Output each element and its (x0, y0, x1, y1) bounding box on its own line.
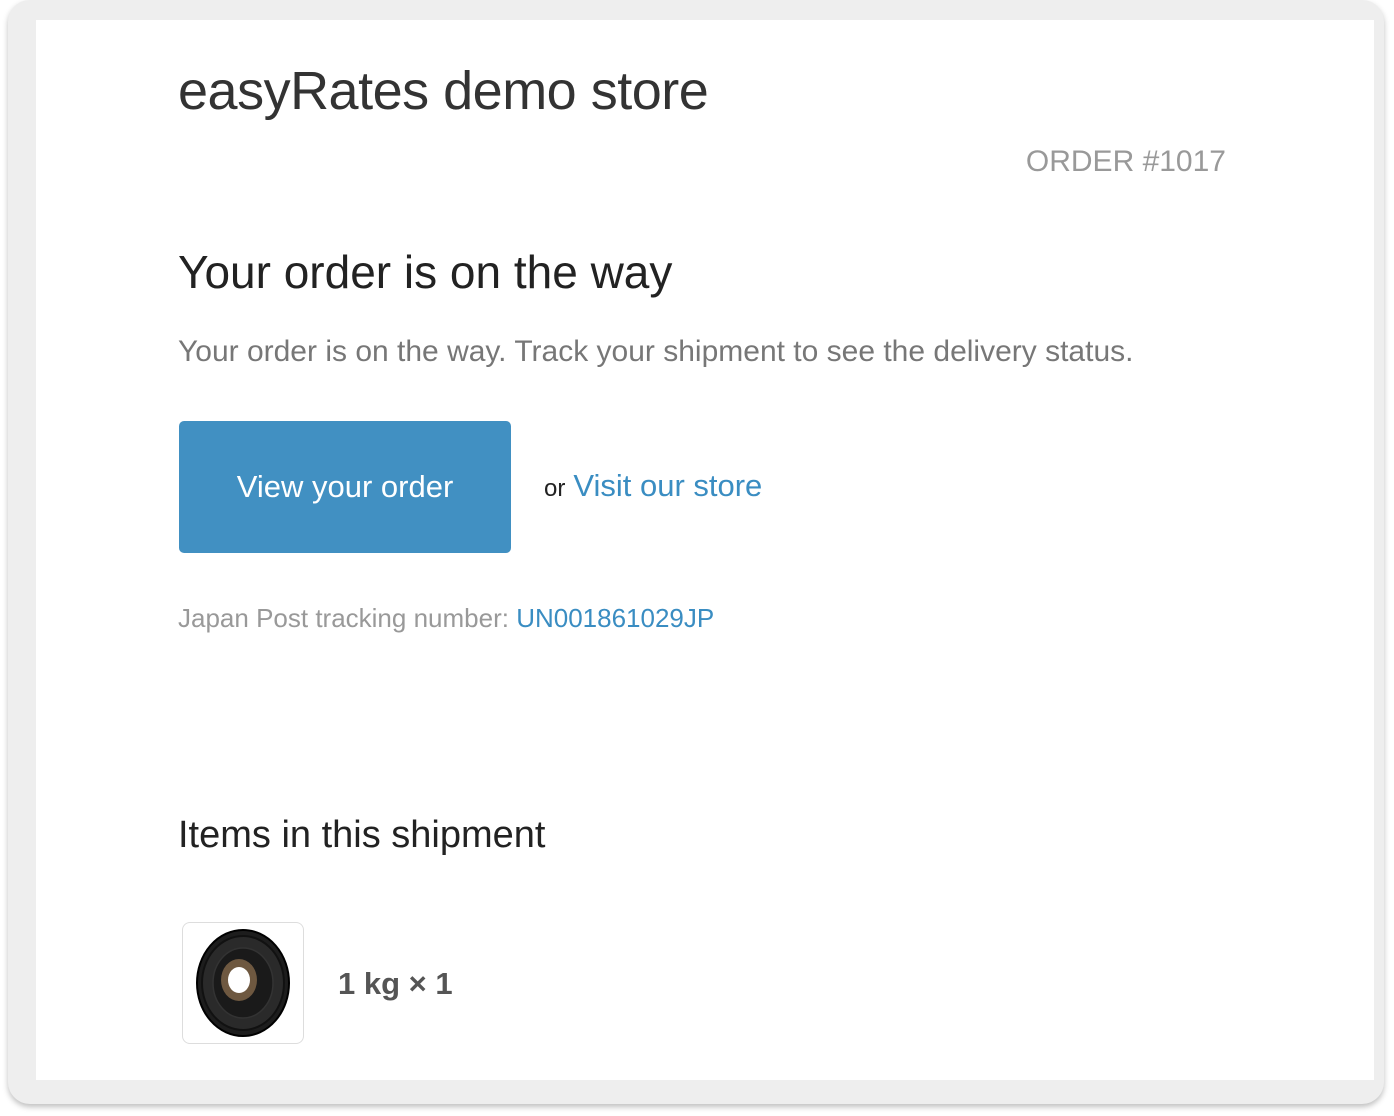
visit-store-link[interactable]: Visit our store (573, 468, 762, 503)
notification-heading: Your order is on the way (178, 246, 673, 298)
order-number: ORDER #1017 (1025, 145, 1226, 178)
notification-message: Your order is on the way. Track your shi… (178, 335, 1134, 368)
shipment-heading: Items in this shipment (178, 814, 546, 856)
alternate-action: or Visit our store (544, 466, 762, 512)
email-frame: easyRates demo store ORDER #1017 Your or… (8, 0, 1384, 1104)
store-name: easyRates demo store (178, 61, 709, 121)
tracking-number-link[interactable]: UN001861029JP (516, 603, 714, 633)
view-order-button[interactable]: View your order (179, 421, 511, 553)
item-thumbnail (182, 922, 304, 1044)
or-text: or (544, 475, 566, 502)
view-order-button-label: View your order (236, 469, 454, 504)
weight-plate-image (196, 929, 290, 1037)
item-title: 1 kg × 1 (338, 966, 453, 1001)
email-body: easyRates demo store ORDER #1017 Your or… (36, 20, 1374, 1080)
tracking-label: Japan Post tracking number: (178, 603, 509, 633)
tracking-info: Japan Post tracking number: UN001861029J… (178, 602, 714, 634)
